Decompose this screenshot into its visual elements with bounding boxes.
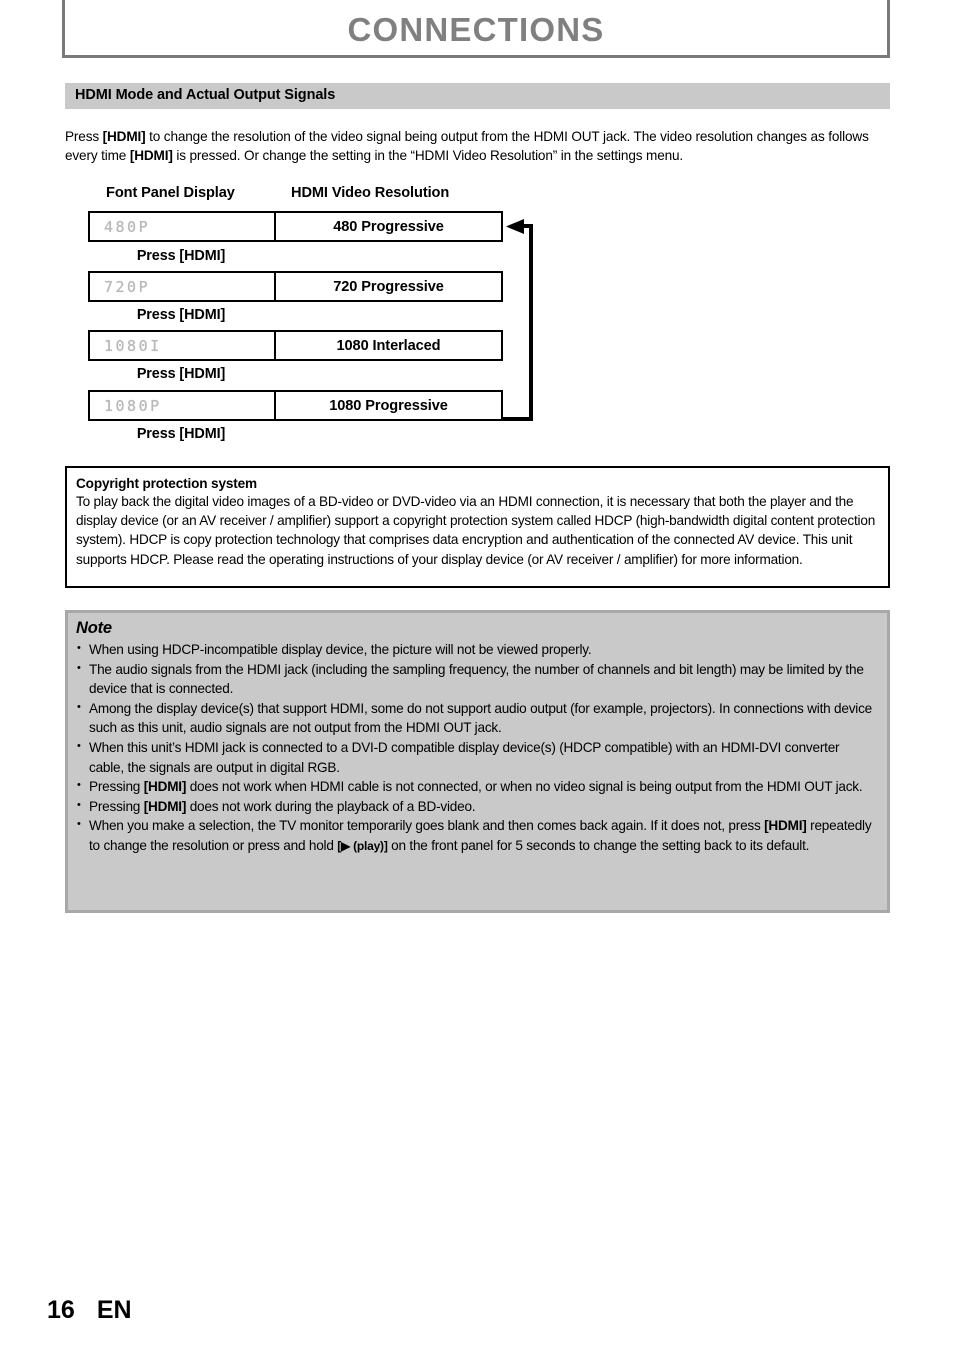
note-bullet-list: When using HDCP-incompatible display dev… [76,639,877,857]
copyright-box-body: To play back the digital video images of… [76,494,876,567]
note-item-key: [HDMI] [143,779,187,795]
copyright-box-title: Copyright protection system [76,476,257,491]
note-item: Pressing [HDMI] does not work when HDMI … [76,776,877,797]
note-item: When using HDCP-incompatible display dev… [76,639,877,660]
section-heading-band: HDMI Mode and Actual Output Signals [65,83,890,109]
intro-text-3: is pressed. Or change the setting in the… [172,148,684,164]
note-item-key: [HDMI] [764,818,807,834]
footer-language-code: EN [96,1296,132,1324]
note-item: When you make a selection, the TV monito… [76,815,877,856]
note-item: Among the display device(s) that support… [76,698,877,738]
note-item: Pressing [HDMI] does not work during the… [76,796,877,817]
note-item-text: When using HDCP-incompatible display dev… [89,642,592,657]
note-item-text: does not work when HDMI cable is not con… [186,779,863,795]
note-box-title: Note [76,619,112,637]
cycle-loop-arrow-icon [503,219,533,421]
note-item-text: Pressing [89,798,144,814]
note-item-text: The audio signals from the HDMI jack (in… [89,661,864,697]
section-heading-label: HDMI Mode and Actual Output Signals [75,87,336,103]
note-item-text: on the front panel for 5 seconds to chan… [387,837,810,853]
intro-hdmi-key-2: [HDMI] [129,148,173,164]
footer-page-number: 16 [47,1296,75,1324]
note-item: When this unit’s HDMI jack is connected … [76,737,877,777]
section-intro-paragraph: Press [HDMI] to change the resolution of… [65,127,883,166]
intro-hdmi-key-1: [HDMI] [102,128,146,144]
note-box: Note When using HDCP-incompatible displa… [65,610,890,913]
note-item-key: [HDMI] [143,798,187,814]
copyright-protection-box: Copyright protection system To play back… [65,466,890,588]
page-title-frame: CONNECTIONS [62,0,890,58]
hdmi-resolution-cycle-diagram: Font Panel Display HDMI Video Resolution… [0,183,954,453]
note-item-text: does not work during the playback of a B… [186,798,476,814]
page-footer: 16 EN [47,1296,132,1325]
note-item-text: When this unit’s HDMI jack is connected … [89,739,840,775]
page-title: CONNECTIONS [347,11,605,48]
note-item-text: Pressing [89,779,144,795]
intro-text-1: Press [65,128,103,144]
note-item-text: When you make a selection, the TV monito… [89,818,765,834]
note-item-text: Among the display device(s) that support… [89,700,873,736]
note-item: The audio signals from the HDMI jack (in… [76,659,877,699]
play-button-key: [▶ (play)] [337,838,388,853]
